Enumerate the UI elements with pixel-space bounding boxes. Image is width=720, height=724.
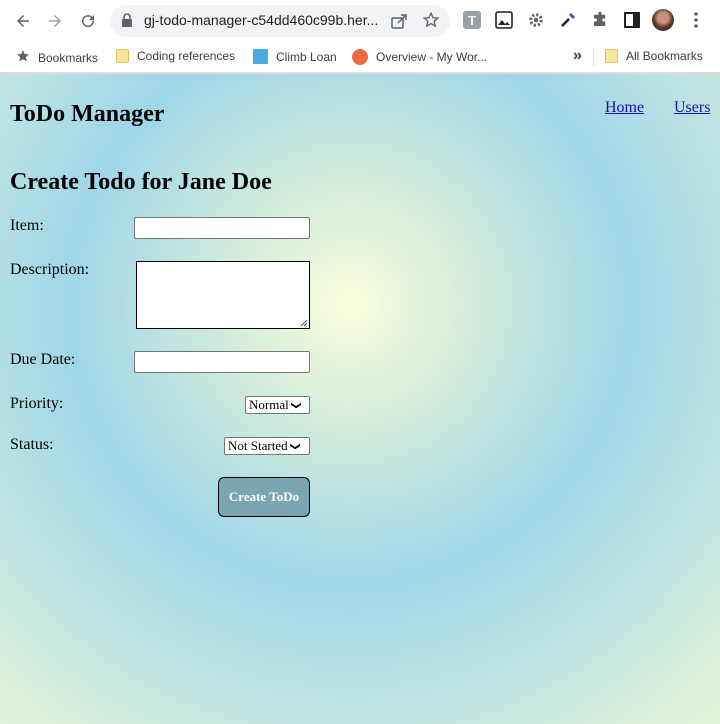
bookmark-label: Climb Loan (276, 49, 337, 64)
nav-link-users[interactable]: Users (674, 99, 710, 117)
page-content: ToDo Manager Home Users Create Todo for … (0, 74, 720, 724)
side-panel-icon[interactable] (622, 10, 642, 30)
bookmark-all-bookmarks[interactable]: All Bookmarks (605, 49, 703, 63)
back-icon[interactable] (12, 10, 34, 32)
bookmark-label: Coding references (137, 49, 236, 63)
form-title: Create Todo for Jane Doe (10, 169, 272, 195)
bookmarks-divider (593, 48, 594, 66)
lock-icon[interactable] (121, 13, 133, 32)
create-todo-button[interactable]: Create ToDo (218, 477, 310, 517)
due-date-label: Due Date: (10, 351, 76, 368)
priority-select[interactable]: Normal ❯ (245, 396, 310, 414)
climb-loan-favicon-icon (253, 49, 268, 64)
item-label: Item: (10, 217, 44, 234)
star-icon (16, 49, 30, 66)
eyedropper-icon[interactable] (558, 10, 578, 30)
folder-icon (116, 49, 129, 63)
text-extension-icon[interactable]: T (462, 10, 482, 30)
bookmarks-bar: Bookmarks Coding references Climb Loan O… (0, 42, 720, 72)
gear-extension-icon[interactable] (526, 10, 546, 30)
forward-icon[interactable] (44, 10, 66, 32)
due-date-input[interactable] (134, 351, 310, 373)
profile-avatar[interactable] (652, 9, 674, 31)
overview-favicon-icon (352, 49, 368, 65)
bookmark-label: Bookmarks (38, 50, 99, 65)
description-label: Description: (10, 261, 90, 278)
svg-text:T: T (468, 13, 476, 28)
nav-link-home[interactable]: Home (605, 99, 644, 117)
bookmark-label: All Bookmarks (626, 49, 703, 63)
reload-icon[interactable] (77, 10, 99, 32)
bookmark-bookmarks[interactable]: Bookmarks (16, 49, 98, 66)
item-input[interactable] (134, 217, 310, 239)
resize-grip-icon[interactable] (300, 319, 308, 327)
status-value: Not Started (228, 438, 288, 453)
bookmark-label: Overview - My Wor... (376, 50, 488, 64)
priority-value: Normal (249, 397, 289, 412)
url-text[interactable]: gj-todo-manager-c54dd460c99b.her... (144, 12, 392, 28)
bookmark-climb-loan[interactable]: Climb Loan (253, 49, 337, 64)
puzzle-icon[interactable] (590, 10, 610, 30)
bookmark-coding-references[interactable]: Coding references (116, 49, 235, 63)
chevron-down-icon: ❯ (290, 400, 302, 410)
folder-icon (605, 49, 618, 63)
address-bar[interactable]: gj-todo-manager-c54dd460c99b.her... (110, 5, 450, 37)
description-textarea[interactable] (136, 261, 310, 329)
share-icon[interactable] (390, 12, 408, 35)
kebab-menu-icon[interactable] (686, 10, 706, 30)
status-label: Status: (10, 436, 54, 453)
image-extension-icon[interactable] (494, 10, 514, 30)
browser-toolbar: gj-todo-manager-c54dd460c99b.her... T (0, 0, 720, 42)
site-title: ToDo Manager (10, 101, 165, 127)
bookmarks-overflow-button[interactable]: » (573, 47, 582, 65)
chevron-down-icon: ❯ (289, 441, 301, 451)
bookmark-overview[interactable]: Overview - My Wor... (352, 49, 487, 65)
bookmark-star-icon[interactable] (422, 11, 440, 34)
status-select[interactable]: Not Started ❯ (224, 437, 310, 455)
priority-label: Priority: (10, 395, 64, 412)
